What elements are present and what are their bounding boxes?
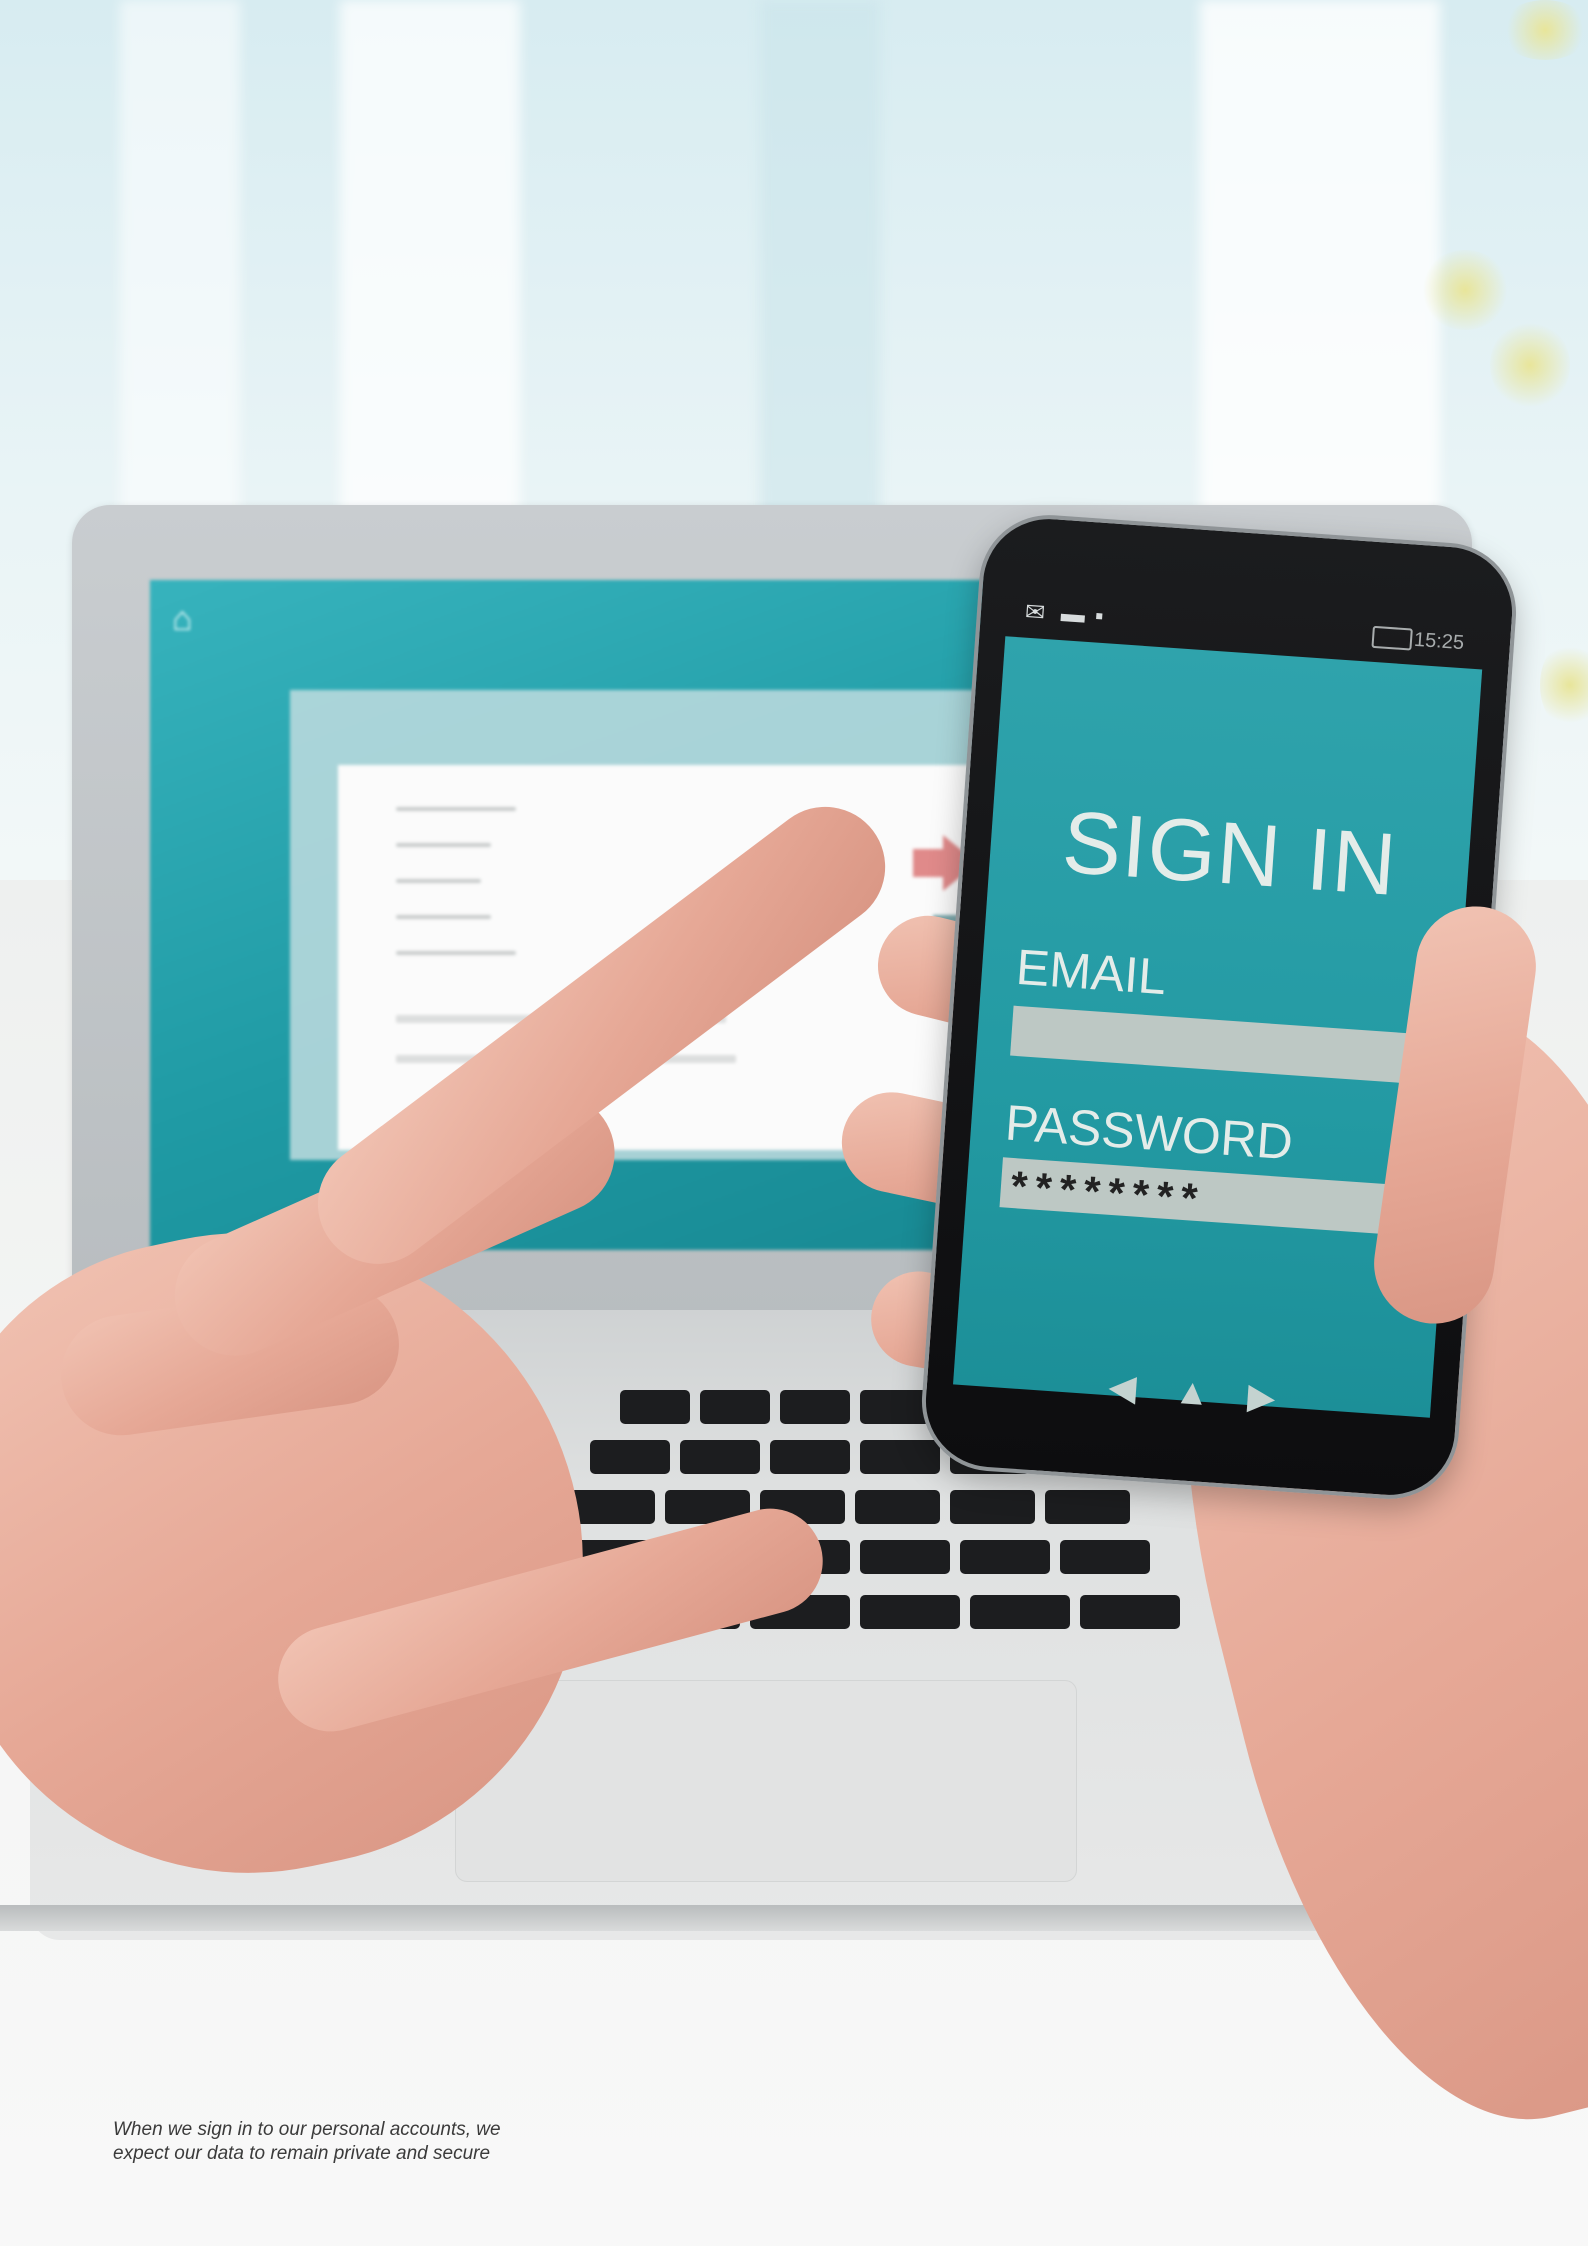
keyboard-key	[1045, 1490, 1130, 1524]
photo-caption: When we sign in to our personal accounts…	[113, 2118, 633, 2166]
text-line	[396, 879, 481, 883]
home-arrow-icon[interactable]: ▲	[1173, 1370, 1211, 1413]
camera-icon: ▪	[1094, 602, 1105, 630]
keyboard-key	[680, 1440, 760, 1474]
password-value: ********	[1009, 1161, 1207, 1223]
email-field[interactable]	[1010, 1005, 1423, 1085]
keyboard-key	[1080, 1595, 1180, 1629]
plant-leaf	[1420, 250, 1510, 330]
back-arrow-icon[interactable]: ◀	[1107, 1365, 1137, 1408]
password-field[interactable]: ********	[999, 1157, 1412, 1236]
keyboard-key	[950, 1490, 1035, 1524]
text-line	[396, 843, 491, 847]
text-line	[396, 807, 516, 811]
message-icon: ▬	[1060, 600, 1086, 629]
keyboard-key	[700, 1390, 770, 1424]
keyboard-key	[860, 1540, 950, 1574]
keyboard-key	[860, 1440, 940, 1474]
email-label: EMAIL	[1014, 938, 1168, 1006]
keyboard-key	[780, 1390, 850, 1424]
plant-leaf	[1490, 320, 1570, 410]
mail-icon: ✉	[1024, 598, 1047, 627]
photo: ⌂ 🛒	[0, 0, 1588, 2246]
status-time: 15:25	[1413, 628, 1465, 655]
arrow-right-icon	[913, 849, 945, 877]
trackpad	[455, 1680, 1077, 1882]
forward-arrow-icon[interactable]: ▶	[1246, 1375, 1276, 1418]
caption-line: expect our data to remain private and se…	[113, 2143, 491, 2164]
text-line	[396, 951, 516, 955]
keyboard-key	[620, 1390, 690, 1424]
sign-in-title: SIGN IN	[1059, 791, 1401, 914]
keyboard-key	[570, 1490, 655, 1524]
phone-nav: ◀ ▲ ▶	[952, 1354, 1432, 1429]
home-icon: ⌂	[172, 600, 193, 638]
keyboard-key	[970, 1595, 1070, 1629]
keyboard-key	[960, 1540, 1050, 1574]
text-line	[396, 915, 491, 919]
plant-leaf	[1500, 0, 1588, 60]
keyboard-key	[860, 1390, 930, 1424]
caption-line: When we sign in to our personal accounts…	[113, 2119, 501, 2140]
keyboard-key	[590, 1440, 670, 1474]
keyboard-key	[1060, 1540, 1150, 1574]
keyboard-key	[770, 1440, 850, 1474]
plant-leaf	[1540, 640, 1588, 730]
keyboard-key	[860, 1595, 960, 1629]
battery-icon	[1371, 625, 1413, 651]
keyboard-key	[855, 1490, 940, 1524]
